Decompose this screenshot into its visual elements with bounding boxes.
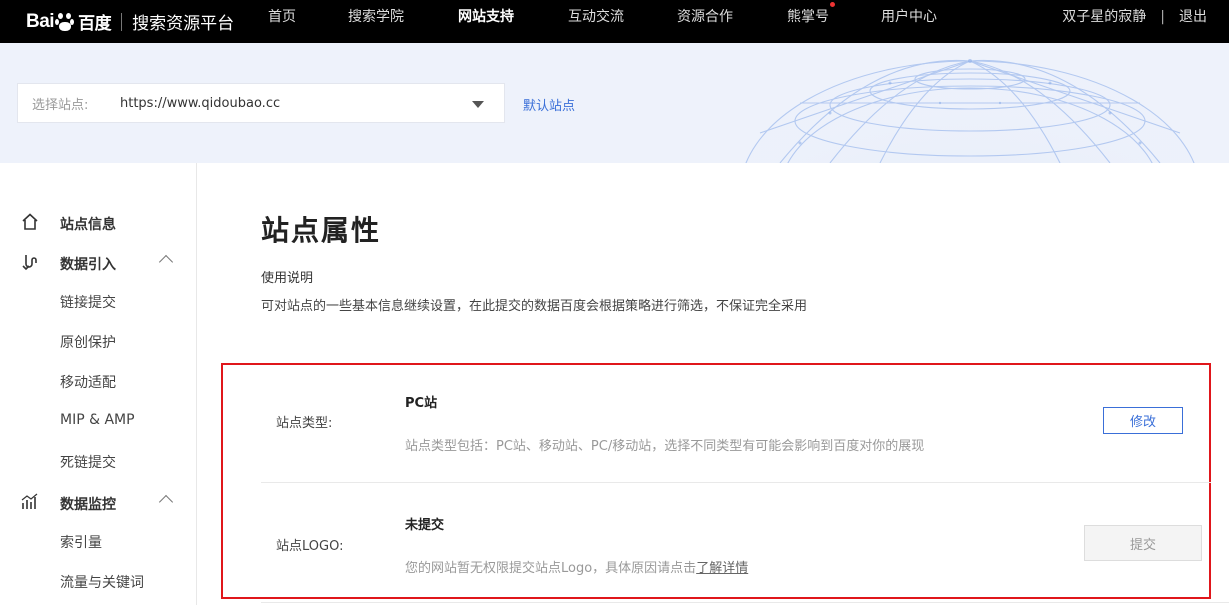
username-link[interactable]: 双子星的寂静 xyxy=(1062,9,1146,25)
site-logo-label: 站点LOGO: xyxy=(276,539,344,554)
usage-description: 可对站点的一些基本信息继续设置，在此提交的数据百度会根据策略进行筛选，不保证完全… xyxy=(261,299,808,314)
logo-divider xyxy=(121,12,123,31)
baidu-paw-icon xyxy=(55,12,75,32)
site-type-value: PC站 xyxy=(405,396,438,411)
nav-site-support[interactable]: 网站支持 xyxy=(458,0,514,43)
logo-wordmark: Bai xyxy=(26,10,55,32)
logo-chinese: 百度 xyxy=(78,14,112,33)
sidebar-item-label: 流量与关键词 xyxy=(60,575,144,591)
chevron-up-icon[interactable] xyxy=(158,494,174,510)
site-selector-label: 选择站点: xyxy=(32,97,89,113)
site-logo-value: 未提交 xyxy=(405,518,445,533)
nav-xiongzhang-label: 熊掌号 xyxy=(787,9,829,25)
usage-title: 使用说明 xyxy=(261,271,314,286)
learn-more-link[interactable]: 了解详情 xyxy=(696,561,748,576)
site-type-note: 站点类型包括：PC站、移动站、PC/移动站，选择不同类型有可能会影响到百度对你的… xyxy=(405,439,925,454)
bottom-divider xyxy=(261,602,1229,603)
submit-logo-button[interactable]: 提交 xyxy=(1084,525,1202,561)
sidebar-item-label: 原创保护 xyxy=(60,335,116,351)
home-icon xyxy=(22,213,38,230)
user-separator: | xyxy=(1160,9,1165,25)
platform-title: 搜索资源平台 xyxy=(132,14,235,34)
chart-monitor-icon xyxy=(21,493,38,509)
sidebar-item-label: 死链提交 xyxy=(60,455,116,471)
sidebar-item-label: MIP & AMP xyxy=(60,412,135,428)
nav-academy[interactable]: 搜索学院 xyxy=(348,0,404,43)
sidebar-item-label: 站点信息 xyxy=(60,217,116,233)
site-logo-note: 您的网站暂无权限提交站点Logo，具体原因请点击了解详情 xyxy=(405,557,748,576)
site-selector[interactable]: 选择站点: https://www.qidoubao.cc xyxy=(17,83,505,123)
modify-button[interactable]: 修改 xyxy=(1103,407,1183,434)
row-divider xyxy=(261,482,1211,483)
default-site-link[interactable]: 默认站点 xyxy=(523,95,575,114)
nav-home[interactable]: 首页 xyxy=(268,0,296,43)
chevron-up-icon[interactable] xyxy=(158,254,174,270)
sidebar-item-label: 移动适配 xyxy=(60,375,116,391)
site-properties-panel: 站点类型: PC站 站点类型包括：PC站、移动站、PC/移动站，选择不同类型有可… xyxy=(221,363,1211,599)
sidebar: 站点信息 数据引入 链接提交 原创保护 移动适配 MIP & AMP 死链提交 … xyxy=(0,163,197,605)
sidebar-item-label: 链接提交 xyxy=(60,295,116,311)
page-title: 站点属性 xyxy=(261,214,382,247)
nav-xiongzhang[interactable]: 熊掌号 xyxy=(787,0,835,43)
site-type-label: 站点类型: xyxy=(276,416,333,431)
nav-interaction[interactable]: 互动交流 xyxy=(568,0,624,43)
data-import-icon xyxy=(22,255,37,271)
logout-link[interactable]: 退出 xyxy=(1179,9,1207,25)
sidebar-item-label: 数据监控 xyxy=(60,497,116,513)
baidu-logo[interactable]: Bai 百度 搜索资源平台 xyxy=(26,0,234,43)
top-navigation-bar: Bai 百度 搜索资源平台 首页 搜索学院 网站支持 互动交流 资源合作 熊掌号… xyxy=(0,0,1229,43)
dropdown-caret-icon xyxy=(472,101,484,108)
sidebar-item-label: 索引量 xyxy=(60,535,102,551)
nav-resource-cooperation[interactable]: 资源合作 xyxy=(677,0,733,43)
globe-decoration xyxy=(745,59,1195,163)
site-selector-value: https://www.qidoubao.cc xyxy=(120,95,281,111)
site-banner: 选择站点: https://www.qidoubao.cc 默认站点 xyxy=(0,43,1229,163)
sidebar-item-label: 数据引入 xyxy=(60,257,116,273)
nav-user-center[interactable]: 用户中心 xyxy=(881,0,937,43)
site-logo-note-text: 您的网站暂无权限提交站点Logo，具体原因请点击 xyxy=(405,561,697,576)
user-area: 双子星的寂静 | 退出 xyxy=(1062,0,1207,43)
notification-dot xyxy=(830,2,835,7)
main-content: 站点属性 使用说明 可对站点的一些基本信息继续设置，在此提交的数据百度会根据策略… xyxy=(197,163,1229,605)
